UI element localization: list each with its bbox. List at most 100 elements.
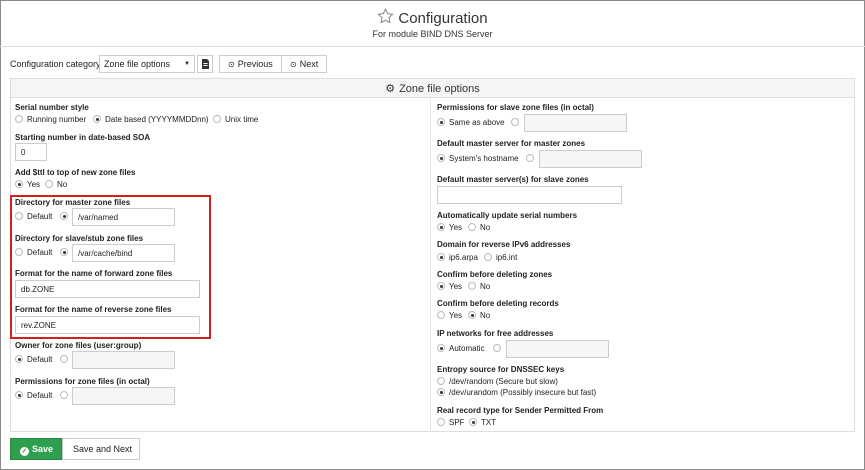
page-subtitle: For module BIND DNS Server — [372, 29, 493, 39]
confirm-records-yes-label: Yes — [449, 311, 463, 320]
entropy-random-label: /dev/random (Secure but slow) — [449, 377, 558, 386]
forward-format-input[interactable]: db.ZONE — [15, 280, 200, 298]
reverse-ipv6-arpa-radio[interactable] — [437, 253, 445, 261]
auto-serial-yes-label: Yes — [449, 223, 463, 232]
ip-networks-label: IP networks for free addresses — [437, 329, 554, 338]
slave-perms-label: Permissions for slave zone files (in oct… — [437, 103, 594, 112]
view-doc-button[interactable] — [197, 55, 213, 73]
confirm-records-no-radio[interactable] — [468, 311, 476, 319]
circle-left-icon: ⊙ — [228, 60, 235, 69]
serial-unix-radio[interactable] — [213, 115, 221, 123]
save-button[interactable]: ✓ Save — [10, 438, 62, 460]
default-master-label: Default master server for master zones — [437, 139, 586, 148]
master-dir-default-radio[interactable] — [15, 212, 23, 220]
reverse-ipv6-arpa-label: ip6.arpa — [449, 253, 478, 262]
category-label: Configuration category — [10, 59, 101, 69]
permissions-custom-radio[interactable] — [60, 391, 68, 399]
serial-style-label: Serial number style — [15, 103, 89, 112]
add-ttl-no-label: No — [57, 180, 68, 189]
auto-serial-label: Automatically update serial numbers — [437, 211, 578, 220]
confirm-zones-yes-label: Yes — [449, 282, 463, 291]
star-icon[interactable] — [377, 8, 394, 28]
panel-title: Zone file options — [399, 83, 480, 95]
auto-serial-no-radio[interactable] — [468, 223, 476, 231]
previous-button[interactable]: ⊙ Previous — [219, 55, 282, 73]
auto-serial-yes-radio[interactable] — [437, 223, 445, 231]
confirm-zones-label: Confirm before deleting zones — [437, 270, 553, 279]
dropdown-arrow-icon: ▼ — [184, 61, 190, 67]
permissions-input[interactable] — [72, 387, 175, 405]
entropy-label: Entropy source for DNSSEC keys — [437, 365, 565, 374]
slave-perms-custom-radio[interactable] — [511, 118, 519, 126]
confirm-zones-no-radio[interactable] — [468, 282, 476, 290]
default-master-hostname-label: System's hostname — [449, 154, 519, 163]
slave-dir-default-label: Default — [27, 248, 53, 257]
panel-header: ⚙ Zone file options — [11, 79, 854, 98]
starting-number-label: Starting number in date-based SOA — [15, 133, 151, 142]
slave-perms-input[interactable] — [524, 114, 627, 132]
master-dir-custom-radio[interactable] — [60, 212, 68, 220]
owner-input[interactable] — [72, 351, 175, 369]
reverse-ipv6-label: Domain for reverse IPv6 addresses — [437, 240, 571, 249]
master-dir-input[interactable]: /var/named — [72, 208, 175, 226]
reverse-ipv6-int-label: ip6.int — [496, 253, 518, 262]
spf-type-txt-radio[interactable] — [469, 418, 477, 426]
serial-running-radio[interactable] — [15, 115, 23, 123]
confirm-zones-no-label: No — [480, 282, 491, 291]
ip-networks-custom-radio[interactable] — [493, 344, 501, 352]
entropy-random-radio[interactable] — [437, 377, 445, 385]
confirm-records-yes-radio[interactable] — [437, 311, 445, 319]
check-circle-icon: ✓ — [20, 447, 29, 456]
serial-date-radio[interactable] — [93, 115, 101, 123]
default-master-slave-input[interactable] — [437, 186, 622, 204]
owner-default-radio[interactable] — [15, 355, 23, 363]
confirm-zones-yes-radio[interactable] — [437, 282, 445, 290]
auto-serial-no-label: No — [480, 223, 491, 232]
reverse-format-label: Format for the name of reverse zone file… — [15, 305, 172, 314]
permissions-default-label: Default — [27, 391, 53, 400]
circle-right-icon: ⊙ — [290, 60, 297, 69]
spf-type-spf-radio[interactable] — [437, 418, 445, 426]
default-master-custom-radio[interactable] — [526, 154, 534, 162]
default-master-hostname-radio[interactable] — [437, 154, 445, 162]
slave-dir-label: Directory for slave/stub zone files — [15, 234, 144, 243]
confirm-records-no-label: No — [480, 311, 491, 320]
page-header: Configuration For module BIND DNS Server — [0, 0, 865, 44]
spf-type-label: Real record type for Sender Permitted Fr… — [437, 406, 604, 415]
header-divider — [0, 46, 865, 47]
slave-dir-input[interactable]: /var/cache/bind — [72, 244, 175, 262]
reverse-format-input[interactable]: rev.ZONE — [15, 316, 200, 334]
save-and-next-button[interactable]: Save and Next — [62, 438, 140, 460]
slave-perms-same-radio[interactable] — [437, 118, 445, 126]
gear-icon: ⚙ — [385, 83, 396, 95]
slave-dir-custom-radio[interactable] — [60, 248, 68, 256]
add-ttl-yes-label: Yes — [27, 180, 41, 189]
slave-perms-same-label: Same as above — [449, 118, 505, 127]
slave-dir-default-radio[interactable] — [15, 248, 23, 256]
serial-running-label: Running number — [27, 115, 87, 124]
forward-format-label: Format for the name of forward zone file… — [15, 269, 173, 278]
ip-networks-input[interactable] — [506, 340, 609, 358]
entropy-urandom-radio[interactable] — [437, 388, 445, 396]
reverse-ipv6-int-radio[interactable] — [484, 253, 492, 261]
serial-unix-label: Unix time — [225, 115, 259, 124]
owner-custom-radio[interactable] — [60, 355, 68, 363]
page-title: Configuration — [398, 10, 488, 27]
default-master-slave-label: Default master server(s) for slave zones — [437, 175, 589, 184]
category-select[interactable]: Zone file options ▼ — [99, 55, 195, 73]
serial-date-label: Date based (YYYYMMDDnn) — [105, 115, 209, 124]
ip-networks-auto-radio[interactable] — [437, 344, 445, 352]
permissions-default-radio[interactable] — [15, 391, 23, 399]
entropy-urandom-label: /dev/urandom (Possibly insecure but fast… — [449, 388, 597, 397]
add-ttl-no-radio[interactable] — [45, 180, 53, 188]
spf-type-spf-label: SPF — [449, 418, 465, 427]
owner-default-label: Default — [27, 355, 53, 364]
add-ttl-yes-radio[interactable] — [15, 180, 23, 188]
next-button[interactable]: ⊙ Next — [281, 55, 328, 73]
default-master-input[interactable] — [539, 150, 642, 168]
starting-number-input[interactable]: 0 — [15, 143, 47, 161]
master-dir-default-label: Default — [27, 212, 53, 221]
permissions-label: Permissions for zone files (in octal) — [15, 377, 150, 386]
column-divider — [430, 99, 431, 432]
spf-type-txt-label: TXT — [481, 418, 497, 427]
